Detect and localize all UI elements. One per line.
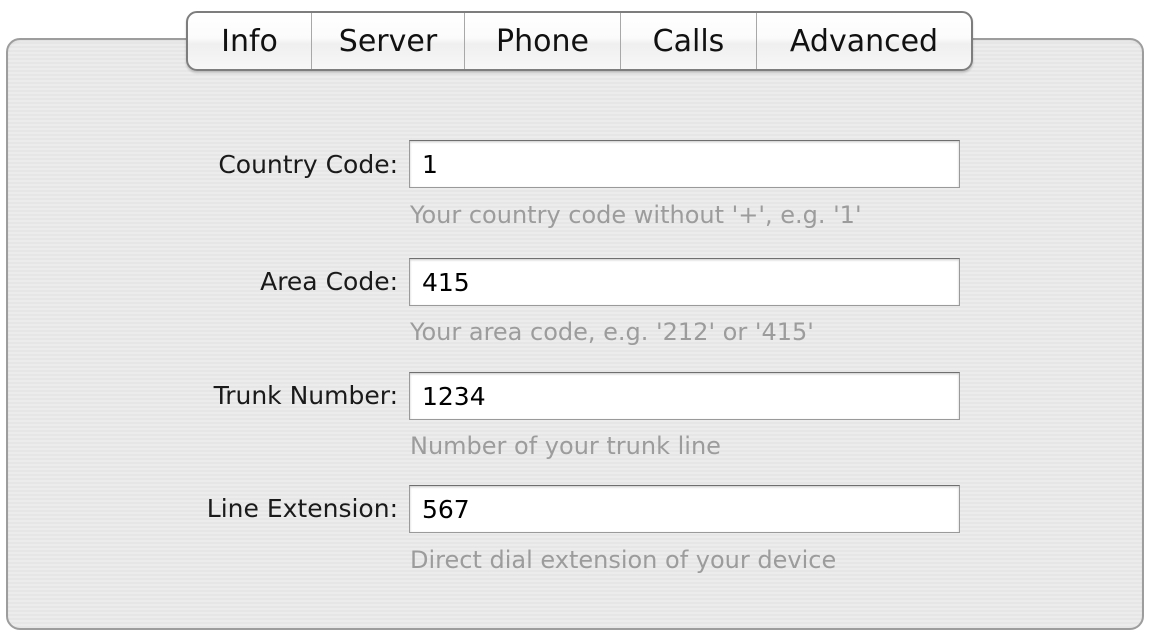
line-extension-label: Line Extension: xyxy=(206,494,398,523)
tab-bar: Info Server Phone Calls Advanced xyxy=(186,11,973,71)
area-code-label: Area Code: xyxy=(260,267,398,296)
line-extension-hint: Direct dial extension of your device xyxy=(410,546,837,574)
line-extension-field[interactable] xyxy=(409,485,960,533)
tab-advanced[interactable]: Advanced xyxy=(757,13,971,69)
country-code-field[interactable] xyxy=(409,140,960,188)
tab-calls[interactable]: Calls xyxy=(621,13,757,69)
area-code-hint: Your area code, e.g. '212' or '415' xyxy=(410,318,814,346)
trunk-number-label: Trunk Number: xyxy=(213,381,398,410)
trunk-number-hint: Number of your trunk line xyxy=(410,432,721,460)
area-code-field[interactable] xyxy=(409,258,960,306)
tab-info[interactable]: Info xyxy=(188,13,312,69)
trunk-number-field[interactable] xyxy=(409,372,960,420)
tab-phone[interactable]: Phone xyxy=(465,13,621,69)
country-code-hint: Your country code without '+', e.g. '1' xyxy=(410,201,862,229)
country-code-label: Country Code: xyxy=(218,150,398,179)
tab-server[interactable]: Server xyxy=(312,13,465,69)
